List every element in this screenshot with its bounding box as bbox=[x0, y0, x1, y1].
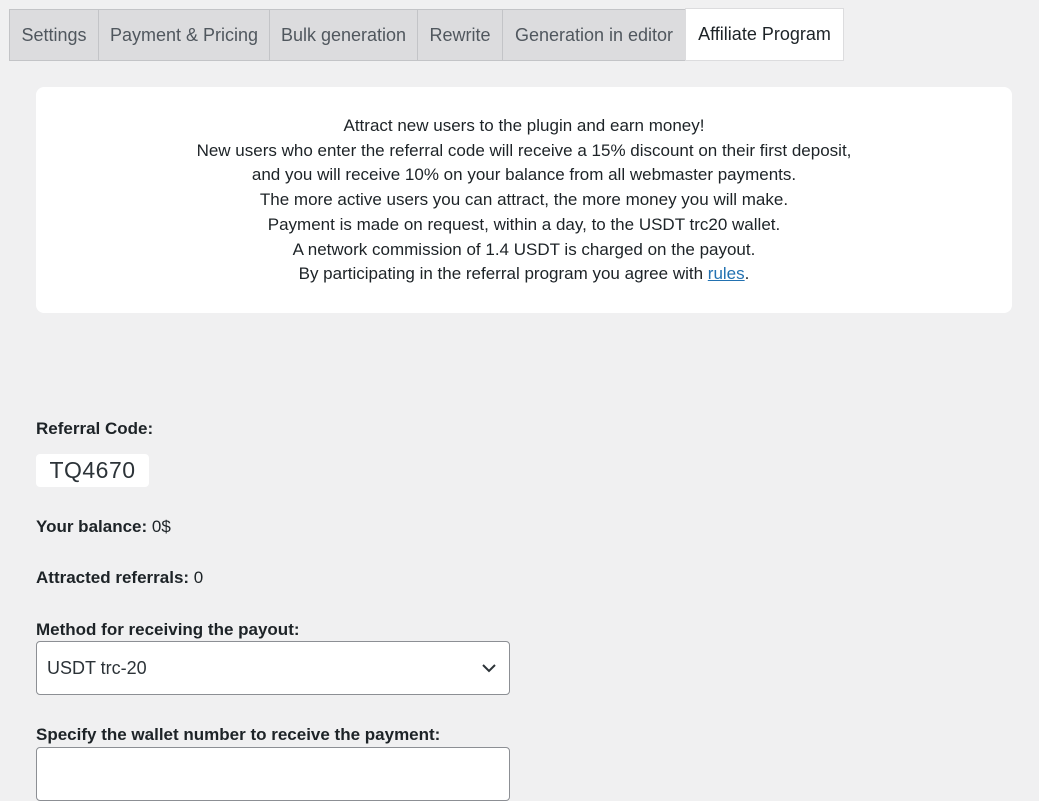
payout-method-select[interactable]: USDT trc-20 bbox=[36, 641, 510, 695]
referrals-value: 0 bbox=[193, 568, 204, 587]
balance-label: Your balance: bbox=[36, 517, 148, 536]
referrals-row: Attracted referrals: 0 bbox=[36, 568, 203, 588]
tab-bulk-generation[interactable]: Bulk generation bbox=[269, 9, 418, 60]
info-line: The more active users you can attract, t… bbox=[259, 190, 789, 210]
tab-payment-pricing[interactable]: Payment & Pricing bbox=[98, 9, 270, 60]
payout-method-label: Method for receiving the payout: bbox=[36, 620, 300, 639]
referral-code-label: Referral Code: bbox=[36, 419, 154, 438]
info-line: Attract new users to the plugin and earn… bbox=[343, 116, 705, 135]
balance-value: 0$ bbox=[151, 517, 171, 536]
tab-generation-in-editor[interactable]: Generation in editor bbox=[502, 9, 686, 60]
payout-method-selected: USDT trc-20 bbox=[47, 657, 147, 678]
tab-bar: Settings Payment & Pricing Bulk generati… bbox=[9, 7, 844, 61]
rules-prefix: By participating in the referral program… bbox=[298, 264, 708, 284]
wallet-label: Specify the wallet number to receive the… bbox=[36, 725, 441, 744]
rules-link[interactable]: rules bbox=[708, 264, 745, 283]
referrals-label: Attracted referrals: bbox=[36, 568, 190, 587]
info-line: New users who enter the referral code wi… bbox=[196, 140, 852, 160]
info-line: Payment is made on request, within a day… bbox=[267, 214, 781, 234]
balance-row: Your balance: 0$ bbox=[36, 517, 171, 537]
tab-settings[interactable]: Settings bbox=[9, 9, 99, 60]
wallet-number-input[interactable] bbox=[36, 747, 510, 801]
rules-line: By participating in the referral program… bbox=[36, 262, 1012, 287]
referral-code-value: TQ4670 bbox=[36, 454, 149, 487]
affiliate-info-panel: Attract new users to the plugin and earn… bbox=[36, 87, 1012, 313]
tab-rewrite[interactable]: Rewrite bbox=[417, 9, 503, 60]
rules-suffix: . bbox=[744, 264, 750, 284]
chevron-down-icon bbox=[482, 664, 496, 673]
info-line: A network commission of 1.4 USDT is char… bbox=[292, 239, 756, 259]
tab-affiliate-program[interactable]: Affiliate Program bbox=[685, 8, 844, 61]
info-line: and you will receive 10% on your balance… bbox=[251, 165, 797, 185]
